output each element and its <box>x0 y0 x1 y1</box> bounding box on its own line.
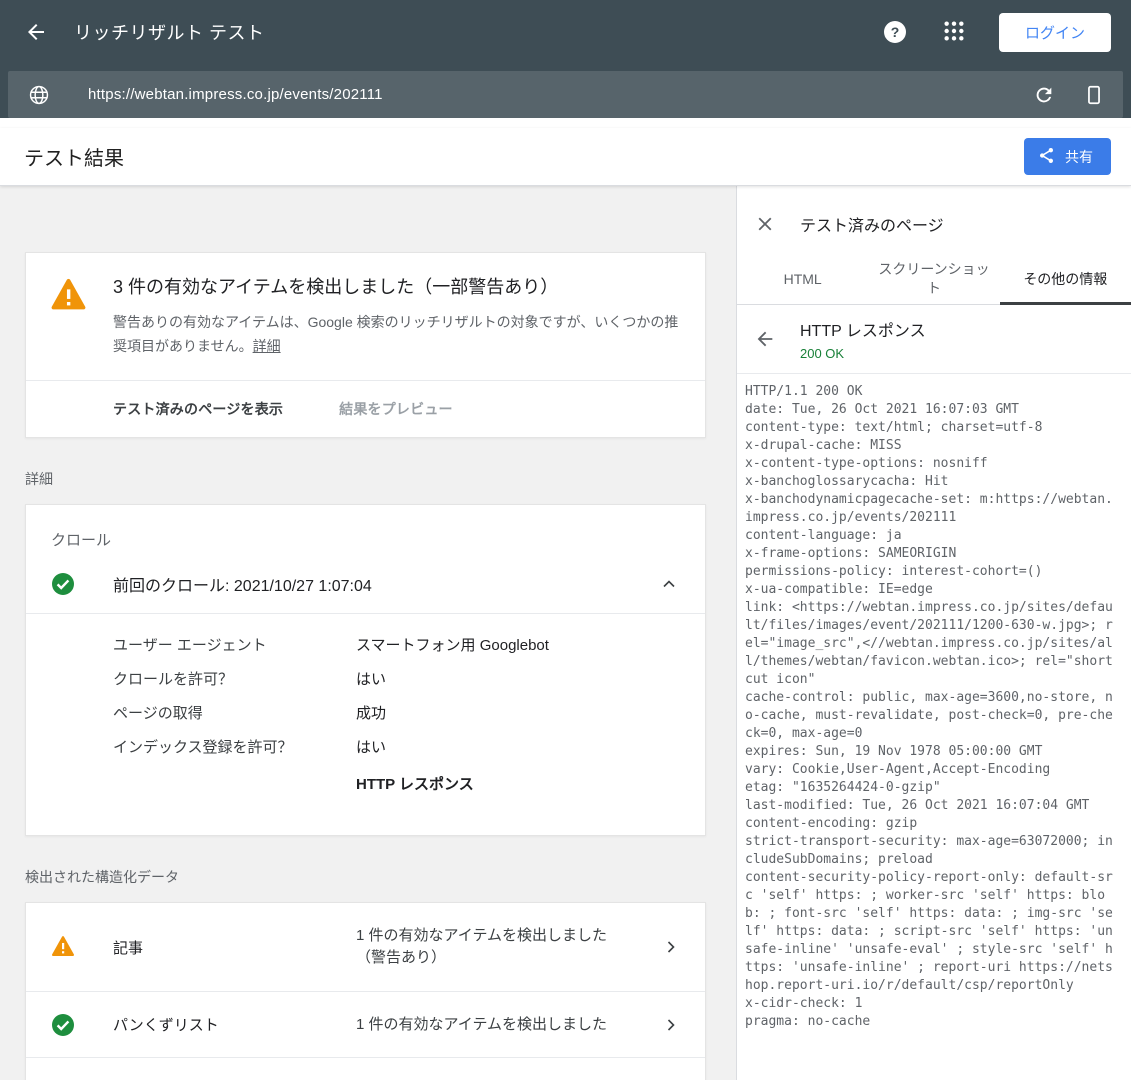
structured-data-result: 1 件の有効なアイテムを検出しました （警告あり） <box>356 925 607 969</box>
crawl-row-label: ページの取得 <box>113 702 356 723</box>
app-title: リッチリザルト テスト <box>74 19 265 45</box>
view-tested-page-button[interactable]: テスト済みのページを表示 <box>113 399 283 419</box>
http-response-headers-text: HTTP/1.1 200 OK date: Tue, 26 Oct 2021 1… <box>745 383 1123 1031</box>
crawl-status-row[interactable]: 前回のクロール: 2021/10/27 1:07:04 <box>26 572 705 596</box>
structured-data-row-breadcrumb[interactable]: パンくずリスト 1 件の有効なアイテムを検出しました <box>26 991 705 1057</box>
check-circle-icon <box>51 1079 75 1081</box>
app-header: リッチリザルト テスト ? ログイン https://webtan.impres… <box>0 0 1131 118</box>
structured-data-type: パンくずリスト <box>113 1014 356 1035</box>
close-icon[interactable] <box>754 213 776 235</box>
summary-title: 3 件の有効なアイテムを検出しました（一部警告あり） <box>113 273 679 299</box>
check-circle-icon <box>51 572 75 596</box>
summary-icon-column <box>50 273 113 358</box>
tested-page-panel-title: テスト済みのページ <box>800 212 944 236</box>
warning-triangle-icon <box>50 277 87 311</box>
summary-description: 警告ありの有効なアイテムは、Google 検索のリッチリザルトの対象ですが、いく… <box>113 310 679 358</box>
tab-html[interactable]: HTML <box>737 254 868 304</box>
app-header-row: リッチリザルト テスト ? ログイン <box>0 0 1131 64</box>
tab-screenshot[interactable]: スクリーンショット <box>868 254 999 304</box>
structured-data-result: 1 件の有効なアイテムを検出しました <box>356 1080 607 1081</box>
chevron-right-icon <box>663 939 679 955</box>
refresh-icon[interactable] <box>1033 84 1055 106</box>
share-button[interactable]: 共有 <box>1024 138 1111 175</box>
tested-url: https://webtan.impress.co.jp/events/2021… <box>88 86 383 103</box>
structured-data-result-note: （警告あり） <box>356 947 607 969</box>
crawl-row-value: はい <box>356 736 386 757</box>
check-circle-icon <box>51 1013 75 1037</box>
crawl-row-label: インデックス登録を許可？ <box>113 736 356 757</box>
login-button[interactable]: ログイン <box>999 13 1111 52</box>
summary-card: 3 件の有効なアイテムを検出しました（一部警告あり） 警告ありの有効なアイテムは… <box>25 252 706 438</box>
tested-page-panel-header: テスト済みのページ <box>737 186 1131 246</box>
structured-data-row-logo[interactable]: ロゴ 1 件の有効なアイテムを検出しました <box>26 1057 705 1080</box>
summary-card-main: 3 件の有効なアイテムを検出しました（一部警告あり） 警告ありの有効なアイテムは… <box>26 253 705 380</box>
share-button-label: 共有 <box>1065 147 1093 167</box>
results-column: 3 件の有効なアイテムを検出しました（一部警告あり） 警告ありの有効なアイテムは… <box>0 186 737 1080</box>
url-bar: https://webtan.impress.co.jp/events/2021… <box>8 71 1123 118</box>
structured-data-section-label: 検出された構造化データ <box>25 867 706 887</box>
chevron-up-icon[interactable] <box>661 576 677 592</box>
help-icon[interactable]: ? <box>883 20 907 44</box>
crawl-row-label: クロールを許可？ <box>113 668 356 689</box>
back-arrow-icon[interactable] <box>754 328 776 350</box>
crawl-row-crawl-allowed: クロールを許可？ はい <box>113 668 705 702</box>
crawl-row-user-agent: ユーザー エージェント スマートフォン用 Googlebot <box>113 634 705 668</box>
page-title: テスト結果 <box>24 142 124 171</box>
tested-page-tabs: HTML スクリーンショット その他の情報 <box>737 254 1131 305</box>
structured-data-result-text: 1 件の有効なアイテムを検出しました <box>356 925 607 947</box>
http-response-header-text: HTTP レスポンス 200 OK <box>800 317 926 361</box>
share-icon <box>1038 147 1055 167</box>
content-area: 3 件の有効なアイテムを検出しました（一部警告あり） 警告ありの有効なアイテムは… <box>0 186 1131 1080</box>
smartphone-icon[interactable] <box>1083 84 1105 106</box>
results-header: テスト結果 共有 <box>0 128 1131 186</box>
svg-text:?: ? <box>891 24 900 40</box>
details-section-label: 詳細 <box>25 469 706 489</box>
http-response-body[interactable]: HTTP/1.1 200 OK date: Tue, 26 Oct 2021 1… <box>737 374 1131 1040</box>
back-arrow-icon[interactable] <box>24 20 48 44</box>
http-response-link[interactable]: HTTP レスポンス <box>356 773 474 794</box>
crawl-row-http-response: HTTP レスポンス <box>113 773 705 807</box>
crawl-card-title: クロール <box>51 529 705 550</box>
structured-data-result: 1 件の有効なアイテムを検出しました <box>356 1014 607 1036</box>
crawl-row-value: 成功 <box>356 702 386 723</box>
apps-grid-icon[interactable] <box>943 20 967 44</box>
chevron-right-icon <box>663 1017 679 1033</box>
crawl-row-value: スマートフォン用 Googlebot <box>356 634 549 655</box>
http-response-header: HTTP レスポンス 200 OK <box>737 305 1131 374</box>
globe-icon <box>28 84 50 106</box>
crawl-row-label: ユーザー エージェント <box>113 634 356 655</box>
summary-text-column: 3 件の有効なアイテムを検出しました（一部警告あり） 警告ありの有効なアイテムは… <box>113 273 679 358</box>
structured-data-card: 記事 1 件の有効なアイテムを検出しました （警告あり） パンくずリスト 1 件… <box>25 902 706 1080</box>
crawl-row-indexing-allowed: インデックス登録を許可？ はい <box>113 736 705 770</box>
structured-data-type: 記事 <box>113 937 356 958</box>
tab-more-info[interactable]: その他の情報 <box>1000 254 1131 304</box>
warning-triangle-icon <box>51 935 75 959</box>
http-status-badge: 200 OK <box>800 346 926 361</box>
summary-description-text: 警告ありの有効なアイテムは、Google 検索のリッチリザルトの対象ですが、いく… <box>113 314 678 354</box>
crawl-detail-rows: ユーザー エージェント スマートフォン用 Googlebot クロールを許可？ … <box>26 614 705 807</box>
crawl-row-value: はい <box>356 668 386 689</box>
http-response-title: HTTP レスポンス <box>800 317 926 341</box>
structured-data-row-article[interactable]: 記事 1 件の有効なアイテムを検出しました （警告あり） <box>26 903 705 991</box>
tested-page-panel: テスト済みのページ HTML スクリーンショット その他の情報 HTTP レスポ… <box>737 186 1131 1080</box>
crawl-row-page-fetch: ページの取得 成功 <box>113 702 705 736</box>
details-link[interactable]: 詳細 <box>253 338 281 354</box>
last-crawl-status: 前回のクロール: 2021/10/27 1:07:04 <box>113 572 372 596</box>
summary-footer: テスト済みのページを表示 結果をプレビュー <box>26 381 705 437</box>
preview-results-button: 結果をプレビュー <box>339 399 453 419</box>
crawl-card: クロール 前回のクロール: 2021/10/27 1:07:04 ユーザー エー… <box>25 504 706 836</box>
